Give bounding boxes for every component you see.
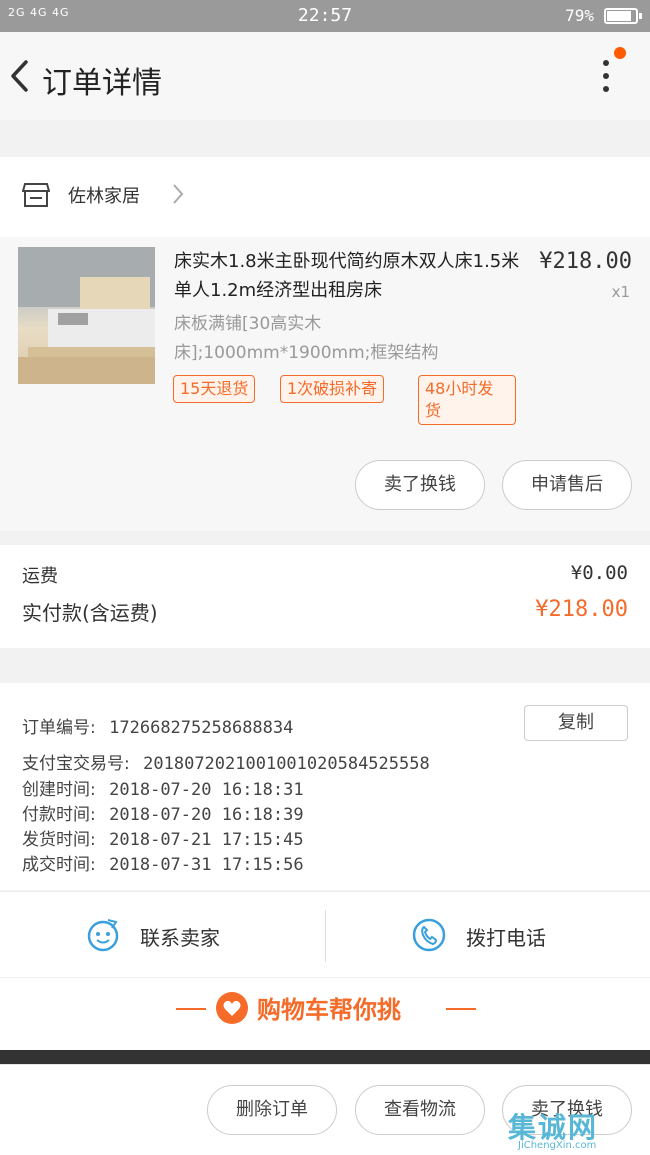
banner-line-right [446, 1008, 476, 1010]
delete-order-button[interactable]: 删除订单 [207, 1085, 337, 1135]
closed-time: 2018-07-31 17:15:56 [109, 855, 304, 875]
created-label: 创建时间: [22, 780, 96, 800]
chat-face-icon [87, 919, 119, 952]
paid-label: 付款时间: [22, 805, 96, 825]
service-tag: 48小时发货 [418, 375, 516, 425]
recommend-images-strip[interactable] [0, 1050, 650, 1064]
watermark-logo: 集诚网 JiChengXin.com [508, 1106, 640, 1152]
view-logistics-button[interactable]: 查看物流 [355, 1085, 485, 1135]
after-sale-button[interactable]: 申请售后 [502, 460, 632, 510]
notification-dot [614, 47, 626, 59]
status-bar: 2G 4G 4G 22:57 79% [0, 0, 650, 32]
page-title: 订单详情 [42, 66, 162, 101]
chevron-right-icon [173, 184, 184, 204]
shipping-value: ¥0.00 [570, 562, 628, 584]
paid-time: 2018-07-20 16:18:39 [109, 805, 304, 825]
contact-bar: 联系卖家 拨打电话 [0, 891, 650, 977]
more-menu-icon[interactable] [596, 60, 616, 94]
order-info: 订单编号: 172668275258688834 复制 支付宝交易号: 2018… [0, 683, 650, 890]
app-header: 订单详情 [0, 32, 650, 120]
service-tag: 1次破损补寄 [280, 375, 385, 403]
product-sku: 床板满铺[30高实木床];1000mm*1900mm;框架结构 [174, 314, 439, 363]
order-number: 172668275258688834 [109, 718, 294, 738]
created-time: 2018-07-20 16:18:31 [109, 780, 304, 800]
shipping-label: 运费 [22, 566, 58, 587]
product-quantity: x1 [611, 283, 630, 301]
heart-icon [216, 992, 248, 1024]
clock: 22:57 [297, 5, 353, 26]
shop-row[interactable]: 佐林家居 [0, 157, 650, 237]
store-icon [22, 183, 50, 207]
watermark-url: JiChengXin.com [518, 1140, 597, 1151]
banner-title: 购物车帮你挑 [257, 996, 401, 1024]
banner-line-left [176, 1008, 206, 1010]
call-label: 拨打电话 [466, 926, 546, 950]
order-number-row: 订单编号: 172668275258688834 [22, 713, 293, 738]
fee-summary: 运费 ¥0.00 实付款(含运费) ¥218.00 [0, 545, 650, 648]
closed-row: 成交时间: 2018-07-31 17:15:56 [22, 850, 304, 875]
back-arrow-icon[interactable] [8, 58, 32, 94]
product-card[interactable]: 床实木1.8米主卧现代简约原木双人床1.5米单人1.2m经济型出租房床 ¥218… [0, 237, 650, 531]
phone-icon [412, 918, 446, 952]
order-number-label: 订单编号: [22, 718, 96, 738]
shop-name: 佐林家居 [68, 186, 140, 207]
battery-icon [604, 8, 642, 24]
product-title[interactable]: 床实木1.8米主卧现代简约原木双人床1.5米单人1.2m经济型出租房床 [174, 247, 529, 305]
created-row: 创建时间: 2018-07-20 16:18:31 [22, 775, 304, 800]
service-tag: 15天退货 [173, 375, 256, 403]
product-price: ¥218.00 [539, 249, 632, 274]
battery-percent: 79% [565, 6, 594, 25]
alipay-label: 支付宝交易号: [22, 754, 130, 774]
alipay-number: 2018072021001001020584525558 [143, 754, 430, 774]
call-button[interactable]: 拨打电话 [326, 892, 650, 978]
copy-button[interactable]: 复制 [524, 705, 628, 741]
shipped-time: 2018-07-21 17:15:45 [109, 830, 304, 850]
recommend-banner: 购物车帮你挑 [0, 978, 650, 1050]
closed-label: 成交时间: [22, 855, 96, 875]
shipped-row: 发货时间: 2018-07-21 17:15:45 [22, 825, 304, 850]
total-paid-label: 实付款(含运费) [22, 601, 158, 625]
contact-seller-label: 联系卖家 [140, 926, 220, 950]
total-paid-value: ¥218.00 [535, 597, 628, 622]
contact-seller-button[interactable]: 联系卖家 [0, 892, 325, 978]
alipay-row: 支付宝交易号: 2018072021001001020584525558 [22, 749, 430, 774]
product-image[interactable] [18, 247, 155, 384]
shipped-label: 发货时间: [22, 830, 96, 850]
sell-again-button[interactable]: 卖了换钱 [355, 460, 485, 510]
paid-row: 付款时间: 2018-07-20 16:18:39 [22, 800, 304, 825]
